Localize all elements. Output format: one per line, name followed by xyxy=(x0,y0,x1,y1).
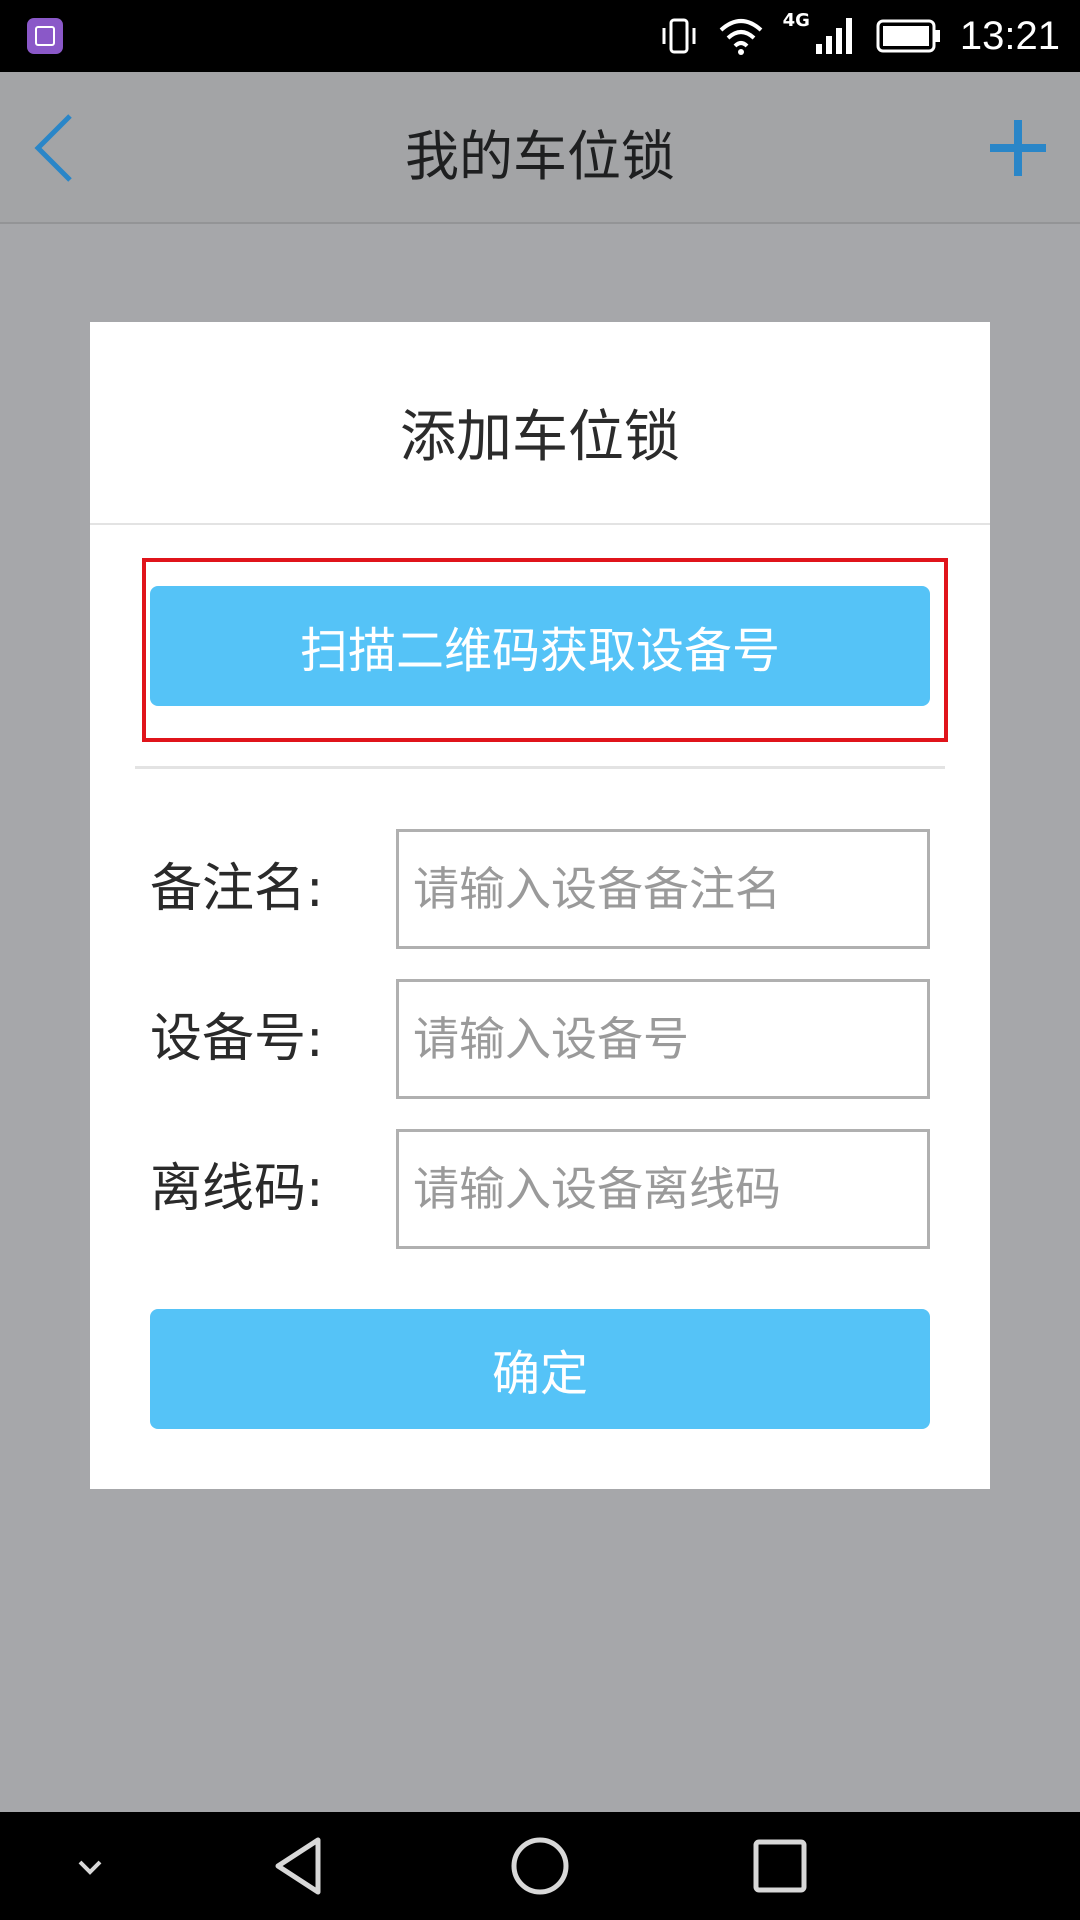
dialog-title: 添加车位锁 xyxy=(400,405,680,470)
offline-code-row: 离线码: xyxy=(150,1129,930,1249)
nav-recents-button[interactable] xyxy=(740,1826,820,1906)
scan-qr-button[interactable]: 扫描二维码获取设备号 xyxy=(150,586,930,706)
add-lock-dialog: 添加车位锁 扫描二维码获取设备号 备注名: 设备号: 离线码: 确定 xyxy=(90,322,990,1489)
offline-code-label: 离线码: xyxy=(150,1159,324,1219)
chevron-down-icon xyxy=(78,1860,102,1875)
hide-nav-button[interactable] xyxy=(50,1826,130,1906)
back-triangle-icon xyxy=(275,1837,321,1895)
nav-home-button[interactable] xyxy=(500,1826,580,1906)
device-id-input[interactable] xyxy=(396,979,930,1099)
app-bar: 我的车位锁 xyxy=(0,72,1080,224)
status-icons: 4G 13:21 xyxy=(659,0,1060,72)
navigation-bar xyxy=(0,1812,1080,1920)
battery-icon xyxy=(876,19,940,53)
device-id-label: 设备号: xyxy=(150,1009,324,1069)
divider xyxy=(135,766,945,769)
remark-name-label: 备注名: xyxy=(150,859,324,919)
status-bar: 4G 13:21 xyxy=(0,0,1080,72)
page-title: 我的车位锁 xyxy=(405,125,675,188)
plus-icon xyxy=(990,120,1046,176)
home-circle-icon xyxy=(511,1837,569,1895)
signal-icon xyxy=(815,18,852,54)
divider xyxy=(90,523,990,525)
clock: 13:21 xyxy=(959,13,1060,58)
wifi-icon xyxy=(719,19,762,55)
offline-code-input[interactable] xyxy=(396,1129,930,1249)
vibrate-icon xyxy=(662,18,696,54)
device-id-row: 设备号: xyxy=(150,979,930,1099)
confirm-button[interactable]: 确定 xyxy=(150,1309,930,1429)
network-type: 4G xyxy=(782,9,810,31)
nav-back-button[interactable] xyxy=(260,1826,340,1906)
add-button[interactable] xyxy=(978,108,1058,188)
remark-name-row: 备注名: xyxy=(150,829,930,949)
recents-square-icon xyxy=(753,1839,807,1893)
remark-name-input[interactable] xyxy=(396,829,930,949)
gallery-icon xyxy=(27,18,63,54)
